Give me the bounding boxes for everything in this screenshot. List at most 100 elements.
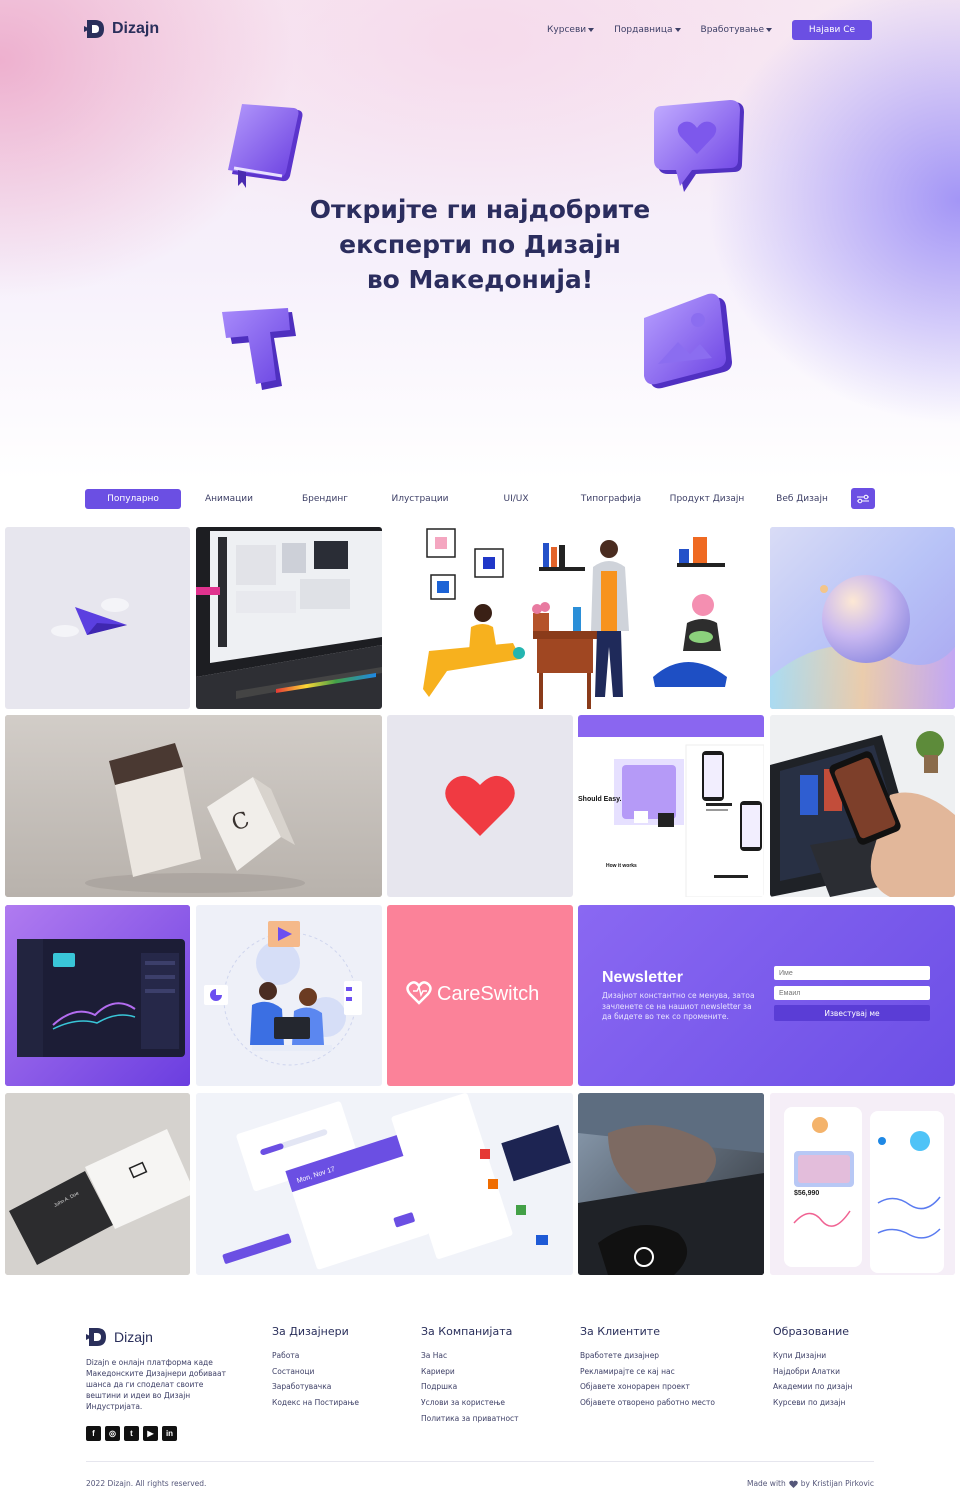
newsletter-title: Newsletter	[602, 969, 683, 986]
how-it-works-text: How it works	[606, 863, 637, 869]
chevron-down-icon	[674, 28, 681, 32]
footer-col-designers: За Дизајнери Работа Состаноци Заработува…	[272, 1325, 359, 1414]
footer-link[interactable]: Купи Дизајни	[773, 1351, 852, 1367]
sphere-3d-image	[770, 527, 955, 709]
nav-courses[interactable]: Курсеви	[547, 25, 595, 35]
category-uiux[interactable]: UI/UX	[468, 489, 564, 509]
hero-title: Откријте ги најдобрите експерти по Дизај…	[0, 192, 960, 297]
image-3d-icon	[644, 293, 732, 389]
footer-link[interactable]: Работа	[272, 1351, 359, 1367]
youtube-icon[interactable]: ▶	[143, 1426, 158, 1441]
landing-page-mockup-image: Should Easy. How it works	[578, 715, 764, 897]
newsletter-card: Newsletter Дизајнот константно се менува…	[578, 905, 955, 1086]
shot-cosmetic-packaging[interactable]: C	[5, 715, 382, 897]
made-with-credit: Made with by Kristijan Pirkovic	[747, 1479, 874, 1488]
newsletter-name-input[interactable]	[774, 966, 930, 980]
chevron-down-icon	[588, 28, 595, 32]
team-illustration-image	[204, 921, 362, 1066]
dizajn-logo-icon	[84, 20, 104, 38]
shot-landing-page[interactable]: Should Easy. How it works	[578, 715, 764, 897]
category-branding[interactable]: Брендинг	[277, 489, 373, 509]
footer-logo[interactable]: Dizajn	[86, 1326, 153, 1348]
category-popular[interactable]: Популарно	[85, 489, 181, 509]
shot-careswitch-logo[interactable]: CareSwitch	[387, 905, 573, 1086]
cosmetic-jar-image: C	[5, 715, 382, 897]
nav-shop-label: Пордавница	[614, 25, 673, 35]
footer-link[interactable]: Состаноци	[272, 1367, 359, 1383]
made-with-suffix: by Kristijan Pirkovic	[800, 1479, 874, 1488]
login-button[interactable]: Најави Се	[792, 20, 872, 40]
shot-laptop-ui[interactable]	[196, 527, 382, 709]
shot-dashboard[interactable]	[5, 905, 190, 1086]
nav-jobs-label: Вработување	[700, 25, 764, 35]
paper-plane-icon	[51, 598, 129, 637]
category-typography[interactable]: Типографија	[563, 489, 659, 509]
linkedin-icon[interactable]: in	[162, 1426, 177, 1441]
hero-title-line-3: во Македонија!	[366, 265, 594, 294]
shot-heart[interactable]	[387, 715, 573, 897]
shot-paper-plane[interactable]	[5, 527, 190, 709]
footer-link[interactable]: Подршка	[421, 1382, 519, 1398]
shot-keyboard-typing[interactable]	[578, 1093, 764, 1275]
shot-team-illustration[interactable]	[196, 905, 382, 1086]
typing-keyboard-image	[578, 1093, 764, 1275]
filter-button[interactable]	[851, 488, 875, 509]
twitter-icon[interactable]: t	[124, 1426, 139, 1441]
phone-hand-image	[770, 715, 955, 897]
footer-link[interactable]: Објавете отворено работно место	[580, 1398, 715, 1414]
shot-calendar-ui-kit[interactable]: Mon, Nov 17	[196, 1093, 573, 1275]
footer-col-title: Образование	[773, 1325, 850, 1338]
shot-business-cards[interactable]: John A. Doe	[5, 1093, 190, 1275]
footer-col-education: Образование Купи Дизајни Најдобри Алатки…	[773, 1325, 852, 1414]
footer-divider	[86, 1461, 874, 1462]
footer-link[interactable]: Политика за приватност	[421, 1414, 519, 1430]
finance-value-text: $56,990	[794, 1190, 819, 1197]
made-with-prefix: Made with	[746, 1479, 786, 1488]
heart-icon	[788, 1480, 798, 1488]
footer-col-title: За Компанијата	[421, 1325, 513, 1338]
footer-link[interactable]: Кодекс на Постирање	[272, 1398, 359, 1414]
footer-link[interactable]: За Нас	[421, 1351, 519, 1367]
category-web-design[interactable]: Веб Дизајн	[754, 489, 850, 509]
facebook-icon[interactable]: f	[86, 1426, 101, 1441]
nav-jobs[interactable]: Вработување	[701, 25, 772, 35]
footer-link[interactable]: Рекламирајте се кај нас	[580, 1367, 715, 1383]
category-animations[interactable]: Анимации	[181, 489, 277, 509]
shot-finance-app[interactable]: $56,990	[770, 1093, 955, 1275]
shot-people-illustration[interactable]	[387, 527, 764, 709]
footer-link[interactable]: Вработете дизајнер	[580, 1351, 715, 1367]
shot-phone-in-hand[interactable]	[770, 715, 955, 897]
hero-title-line-2: експерти по Дизајн	[339, 230, 621, 259]
heart-chat-3d-icon	[654, 100, 744, 192]
footer-link[interactable]: Услови за користење	[421, 1398, 519, 1414]
instagram-icon[interactable]: ◎	[105, 1426, 120, 1441]
hero-title-line-1: Откријте ги најдобрите	[309, 195, 651, 224]
shot-3d-sphere[interactable]	[770, 527, 955, 709]
footer-col-title: За Клиентите	[580, 1325, 660, 1338]
category-product-design[interactable]: Продукт Дизајн	[659, 489, 755, 509]
category-illustrations[interactable]: Илустрации	[372, 489, 468, 509]
footer-link[interactable]: Академии по дизајн	[773, 1382, 852, 1398]
newsletter-email-input[interactable]	[774, 986, 930, 1000]
newsletter-subscribe-button[interactable]: Известувај ме	[774, 1005, 930, 1021]
footer-col-clients: За Клиентите Вработете дизајнер Рекламир…	[580, 1325, 715, 1414]
footer-col-title: За Дизајнери	[272, 1325, 349, 1338]
nav-links: Курсеви Пордавница Вработување Најави Се	[547, 20, 872, 40]
footer-about-text: Dizajn е онлајн платформа каде Македонск…	[86, 1358, 226, 1411]
business-cards-image: John A. Doe	[5, 1093, 190, 1275]
calendar-ui-image: Mon, Nov 17	[196, 1093, 573, 1275]
footer-link[interactable]: Курсеви по дизајн	[773, 1398, 852, 1414]
footer-link[interactable]: Најдобри Алатки	[773, 1367, 852, 1383]
dashboard-mockup-image	[5, 905, 190, 1086]
nav-shop[interactable]: Пордавница	[614, 25, 681, 35]
landing-heading-text: Should Easy.	[578, 796, 621, 803]
book-3d-icon	[228, 104, 303, 188]
finance-app-image: $56,990	[770, 1093, 955, 1275]
footer-link[interactable]: Кариери	[421, 1367, 519, 1383]
brand-logo[interactable]: Dizajn	[84, 18, 159, 40]
footer-link[interactable]: Објавете хонорарен проект	[580, 1382, 715, 1398]
footer-col-company: За Компанијата За Нас Кариери Подршка Ус…	[421, 1325, 519, 1429]
footer-brand-name: Dizajn	[114, 1329, 153, 1345]
nav-courses-label: Курсеви	[547, 25, 587, 35]
footer-link[interactable]: Заработувачка	[272, 1382, 359, 1398]
